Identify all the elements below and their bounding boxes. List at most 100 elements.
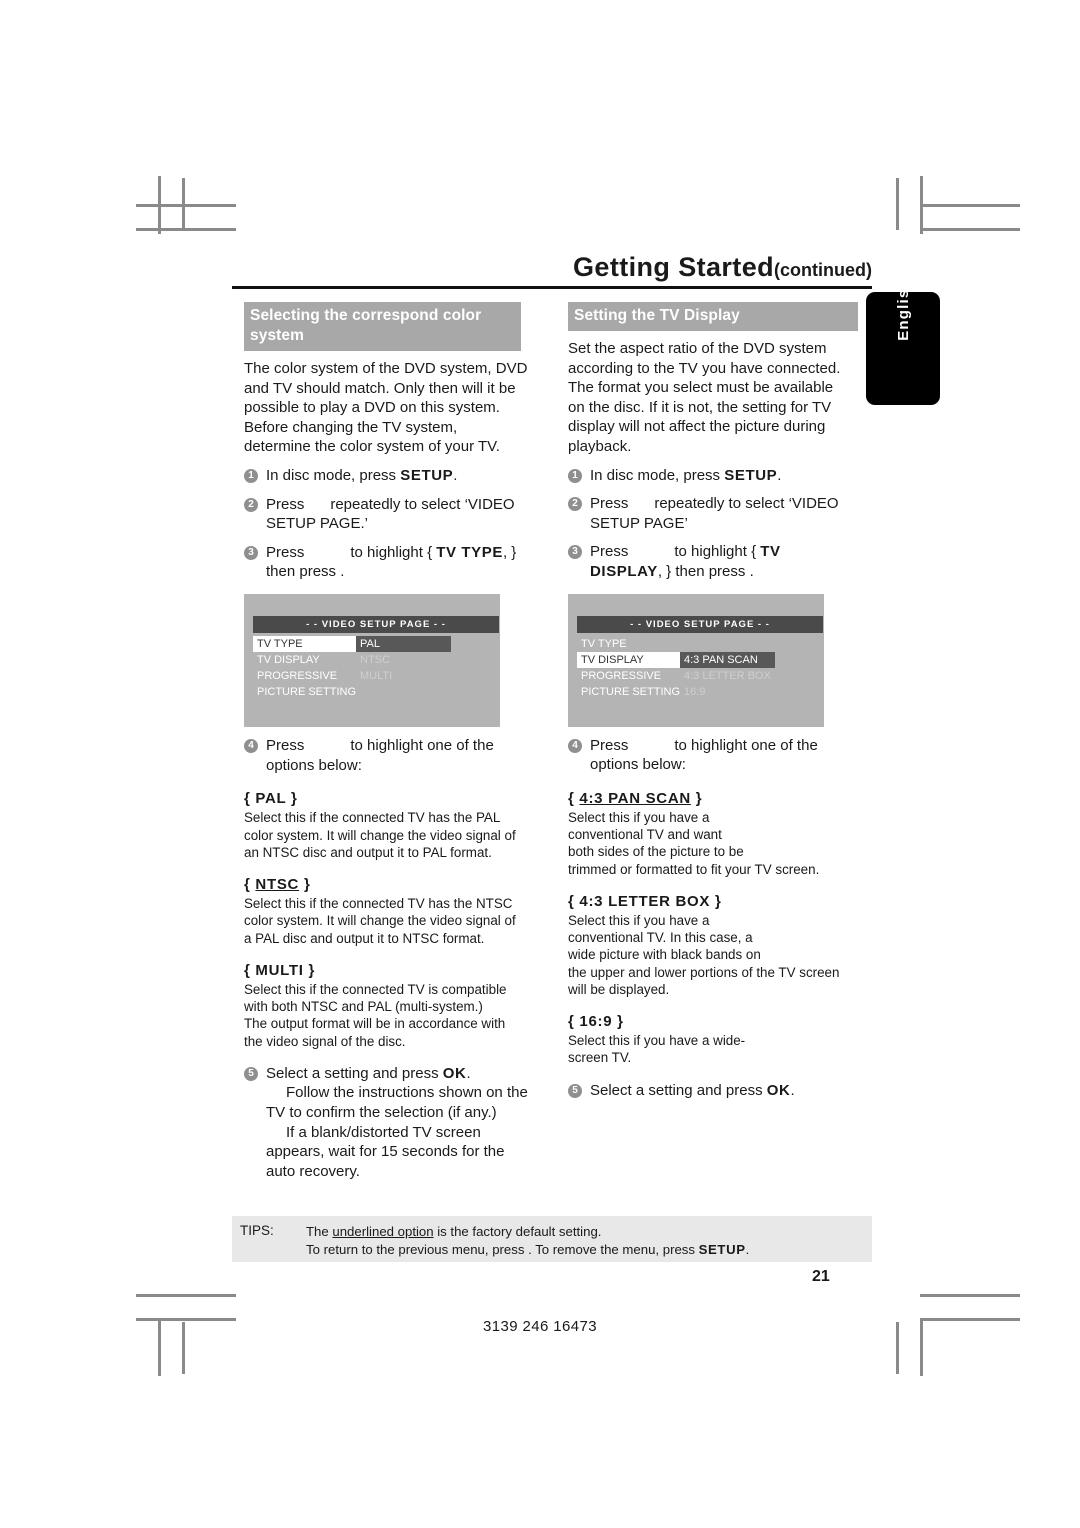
option-line: a PAL disc and output it to NTSC format. — [244, 930, 485, 946]
osd-rows: TV TYPE PAL TV DISPLAY NTSC PROGRESSIVE MUL… — [253, 635, 451, 700]
option-line: conventional TV. In this case, a — [568, 930, 753, 946]
osd-row: PROGRESSIVE 4:3 LETTER BOX — [577, 668, 779, 684]
option-name: NTSC — [255, 875, 300, 893]
option-title-letter-box: { 4:3 LETTER BOX } — [568, 892, 852, 911]
option-title-multi: { MULTI } — [244, 961, 528, 980]
option-line: Select this if the connected TV has the … — [244, 810, 501, 826]
option-line: trimmed or formatted to fit your TV scre… — [568, 861, 820, 877]
brace-open: { — [568, 1012, 575, 1030]
osd-item-picture-setting: PICTURE SETTING — [581, 685, 681, 698]
right-section-heading: Setting the TV Display — [568, 302, 858, 331]
brace-close: } — [303, 875, 311, 893]
page-title-continued: (continued) — [774, 260, 872, 280]
left-step-3: 3 Press to highlight { TV TYPE, } then pre… — [244, 543, 528, 582]
option-line: The output format will be in accordance … — [244, 1016, 506, 1032]
left-column: Selecting the correspond color system Th… — [244, 302, 528, 1181]
osd-value-ntsc: NTSC — [360, 653, 390, 666]
step-number: 5 — [244, 1066, 258, 1081]
tips-line-2-b: . — [745, 1241, 750, 1257]
crop-mark-top-right-horizontal — [920, 204, 1020, 207]
language-tab-label: English — [894, 278, 912, 341]
option-line: an NTSC disc and output it to PAL format… — [244, 844, 492, 860]
option-line: Select this if the connected TV is compa… — [244, 981, 507, 997]
osd-row: TV DISPLAY NTSC — [253, 652, 451, 668]
step-number: 3 — [244, 545, 258, 560]
tips-line-1-b: is the factory default setting. — [433, 1224, 602, 1239]
crop-mark-top-left-outer — [182, 178, 185, 230]
tips-setup-key: SETUP — [698, 1241, 746, 1257]
option-line: both sides of the picture to be — [568, 844, 744, 860]
step-number: 3 — [568, 545, 582, 560]
option-title-16-9: { 16:9 } — [568, 1012, 852, 1031]
osd-value-pal: PAL — [356, 635, 451, 652]
tips-label: TIPS: — [240, 1223, 274, 1238]
step-text: Select a setting and press — [266, 1064, 443, 1082]
left-step-5-extra-1: Follow the instructions shown on the TV … — [266, 1084, 528, 1121]
osd-row: TV TYPE — [577, 636, 779, 652]
tips-box: TIPS: The underlined option is the facto… — [232, 1216, 872, 1262]
step-number: 1 — [568, 468, 582, 483]
crop-mark-bottom-right-outer-h — [920, 1294, 1020, 1297]
option-title-ntsc: { NTSC } — [244, 875, 528, 894]
left-step-4: 4 Press to highlight one of the options be… — [244, 736, 528, 775]
step-text: Press — [590, 495, 629, 513]
option-line: the upper and lower portions of the TV s… — [568, 964, 840, 980]
option-line: color system. It will change the video s… — [244, 827, 516, 843]
step-text: Select a setting and press — [590, 1081, 767, 1099]
option-line: conventional TV and want — [568, 827, 722, 843]
brace-open: { — [244, 875, 251, 893]
right-intro-paragraph: Set the aspect ratio of the DVD system a… — [568, 340, 841, 455]
left-osd-screenshot: - - VIDEO SETUP PAGE - - TV TYPE PAL TV D… — [244, 593, 500, 727]
crop-mark-top-right-outer — [896, 178, 899, 230]
step-number: 2 — [568, 497, 582, 512]
option-body-pal: Select this if the connected TV has the … — [244, 809, 528, 861]
language-tab: English — [866, 278, 940, 405]
left-section-heading: Selecting the correspond color system — [244, 302, 521, 351]
option-line: Select this if you have a — [568, 912, 710, 928]
step-text-tail: . — [466, 1064, 471, 1082]
step-text: Press — [590, 736, 629, 754]
step-text-mid: to highlight { — [350, 543, 433, 561]
osd-rows: TV TYPE TV DISPLAY 4:3 PAN SCAN PROGRESSI… — [577, 636, 779, 700]
osd-row: PICTURE SETTING — [253, 684, 451, 700]
step-text-mid: to highlight { — [674, 543, 757, 561]
header-divider — [232, 286, 872, 289]
step-text-tail: . — [790, 1081, 795, 1099]
step-number: 4 — [244, 738, 258, 753]
crop-mark-bottom-left-outer-h — [136, 1294, 236, 1297]
option-line: color system. It will change the video s… — [244, 913, 516, 929]
step-number: 1 — [244, 468, 258, 483]
left-step-1: 1 In disc mode, press SETUP. — [244, 466, 528, 486]
step-text: Press — [266, 736, 305, 754]
step-number: 4 — [568, 738, 582, 753]
osd-row: PROGRESSIVE MULTI — [253, 668, 451, 684]
crop-mark-top-right-outer-h — [920, 228, 1020, 231]
osd-value-multi: MULTI — [360, 669, 393, 682]
option-body-pan-scan: Select this if you have a conventional T… — [568, 809, 852, 878]
option-body-ntsc: Select this if the connected TV has the … — [244, 895, 528, 947]
left-step-2: 2 Press repeatedly to select ‘VIDEO SETUP … — [244, 495, 528, 534]
tips-lines: The underlined option is the factory def… — [306, 1223, 749, 1258]
crop-mark-top-left-horizontal — [136, 204, 236, 207]
option-line: Select this if you have a wide- — [568, 1033, 746, 1049]
osd-value-4-3-letter-box: 4:3 LETTER BOX — [684, 669, 771, 682]
right-step-2: 2 Press repeatedly to select ‘VIDEO SETUP … — [568, 494, 852, 533]
brace-close: } — [714, 892, 722, 910]
step-number: 2 — [244, 497, 258, 512]
osd-item-picture-setting: PICTURE SETTING — [257, 685, 357, 698]
osd-row: TV DISPLAY 4:3 PAN SCAN — [577, 651, 779, 668]
option-name: 4:3 LETTER BOX — [579, 892, 711, 910]
step-text: Press — [266, 495, 305, 513]
brace-close: } — [617, 1012, 624, 1030]
option-title-pal: { PAL } — [244, 789, 528, 808]
option-name: 16:9 — [579, 1012, 613, 1030]
tips-line-1: The underlined option is the factory def… — [306, 1223, 749, 1241]
brace-open: { — [244, 790, 251, 808]
step-text: Press — [266, 543, 305, 561]
osd-item-tv-type: TV TYPE — [581, 637, 627, 650]
step-bold-key: OK — [442, 1064, 467, 1082]
document-code: 3139 246 16473 — [482, 1318, 598, 1335]
option-title-pan-scan: { 4:3 PAN SCAN } — [568, 789, 852, 808]
right-step-3: 3 Press to highlight { TV DISPLAY, } then … — [568, 542, 852, 581]
option-name: MULTI — [255, 961, 304, 979]
